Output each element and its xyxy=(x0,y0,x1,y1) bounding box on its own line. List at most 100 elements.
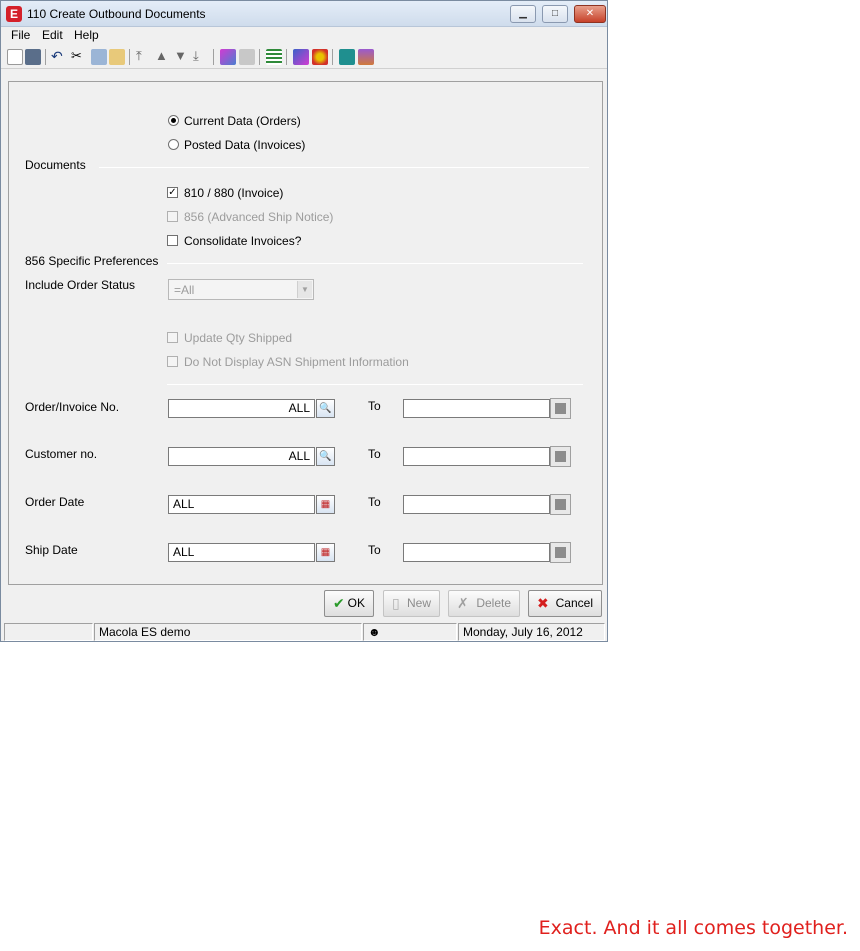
order-date-to-input[interactable] xyxy=(403,495,550,514)
status-date: Monday, July 16, 2012 xyxy=(458,623,605,641)
order-invoice-label: Order/Invoice No. xyxy=(25,400,120,414)
order-date-to-calendar-button[interactable] xyxy=(550,494,571,515)
doc810-label[interactable]: 810 / 880 (Invoice) xyxy=(184,186,283,200)
save-icon[interactable] xyxy=(25,49,41,65)
customer-to-input[interactable] xyxy=(403,447,550,466)
order-date-from-input[interactable]: ALL xyxy=(168,495,315,514)
title-bar[interactable]: E 110 Create Outbound Documents ▁ □ ✕ xyxy=(1,1,607,27)
previous-record-icon[interactable]: ▲ xyxy=(155,49,171,65)
order-invoice-to-input[interactable] xyxy=(403,399,550,418)
update-qty-label: Update Qty Shipped xyxy=(184,331,293,345)
ship-date-to-calendar-button[interactable] xyxy=(550,542,571,563)
notes-icon[interactable] xyxy=(293,49,309,65)
include-status-select: =All ▼ xyxy=(168,279,314,300)
posted-data-radio[interactable] xyxy=(168,139,179,150)
chevron-down-icon: ▼ xyxy=(297,281,312,298)
order-invoice-lookup-icon[interactable]: 🔍 xyxy=(316,399,335,418)
posted-data-label[interactable]: Posted Data (Invoices) xyxy=(184,138,305,152)
include-status-value: =All xyxy=(174,283,195,297)
paste-icon[interactable] xyxy=(109,49,125,65)
menu-bar: File Edit Help xyxy=(1,27,607,45)
menu-edit[interactable]: Edit xyxy=(42,28,63,42)
new-button: ▯ New xyxy=(383,590,440,617)
ok-button-label: OK xyxy=(347,596,365,610)
status-user-cell: ☻ xyxy=(363,623,457,641)
status-bar: Macola ES demo ☻ Monday, July 16, 2012 xyxy=(1,621,607,641)
current-data-radio[interactable] xyxy=(168,115,179,126)
consolidate-label[interactable]: Consolidate Invoices? xyxy=(184,234,301,248)
customer-to-lookup-button[interactable] xyxy=(550,446,571,467)
colors-icon[interactable] xyxy=(312,49,328,65)
new-doc-icon: ▯ xyxy=(392,595,400,611)
toolbar-separator xyxy=(213,49,214,65)
list-icon[interactable] xyxy=(266,49,282,65)
new-button-label: New xyxy=(406,596,431,610)
calendar-icon[interactable]: ▦ xyxy=(316,495,335,514)
ok-button[interactable]: ✔ OK xyxy=(324,590,374,617)
user-icon: ☻ xyxy=(368,625,381,639)
status-cell-empty xyxy=(4,623,93,641)
prefs856-heading: 856 Specific Preferences xyxy=(25,254,159,268)
close-button[interactable]: ✕ xyxy=(574,5,606,23)
to-label: To xyxy=(368,447,381,461)
maximize-button[interactable]: □ xyxy=(542,5,568,23)
doc810-checkbox[interactable]: ✓ xyxy=(167,187,178,198)
window-title: 110 Create Outbound Documents xyxy=(27,7,206,21)
copy-icon[interactable] xyxy=(91,49,107,65)
toolbar-separator xyxy=(129,49,130,65)
ship-date-to-input[interactable] xyxy=(403,543,550,562)
doc856-label: 856 (Advanced Ship Notice) xyxy=(184,210,334,224)
customer-from-input[interactable]: ALL xyxy=(168,447,315,466)
update-qty-checkbox xyxy=(167,332,178,343)
to-label: To xyxy=(368,399,381,413)
ranges-separator xyxy=(167,384,583,385)
cancel-button[interactable]: ✖ Cancel xyxy=(528,590,602,617)
to-label: To xyxy=(368,543,381,557)
toolbar-separator xyxy=(45,49,46,65)
app-icon[interactable]: E xyxy=(6,6,22,22)
next-record-icon[interactable]: ▼ xyxy=(174,49,190,65)
cancel-button-label: Cancel xyxy=(555,596,593,610)
delete-icon: ✗ xyxy=(457,595,469,611)
calculator-icon[interactable] xyxy=(339,49,355,65)
delete-button: ✗ Delete xyxy=(448,590,520,617)
main-window: E 110 Create Outbound Documents ▁ □ ✕ Fi… xyxy=(0,0,608,642)
no-asn-label: Do Not Display ASN Shipment Information xyxy=(184,355,409,369)
ship-date-from-input[interactable]: ALL xyxy=(168,543,315,562)
menu-help[interactable]: Help xyxy=(74,28,99,42)
customer-lookup-icon[interactable]: 🔍 xyxy=(316,447,335,466)
brand-tagline: Exact. And it all comes together. xyxy=(538,917,848,939)
order-invoice-from-input[interactable]: ALL xyxy=(168,399,315,418)
toolbar-separator xyxy=(332,49,333,65)
doc856-checkbox xyxy=(167,211,178,222)
last-record-icon[interactable]: ⤓ xyxy=(193,49,209,65)
status-company: Macola ES demo xyxy=(94,623,362,641)
undo-icon[interactable]: ↶ xyxy=(51,49,67,65)
to-label: To xyxy=(368,495,381,509)
current-data-label[interactable]: Current Data (Orders) xyxy=(184,114,301,128)
ship-date-label: Ship Date xyxy=(25,543,78,557)
toolbar-separator xyxy=(259,49,260,65)
include-status-label: Include Order Status xyxy=(25,278,136,292)
calendar-icon[interactable]: ▦ xyxy=(316,543,335,562)
new-doc-icon[interactable] xyxy=(7,49,23,65)
toolbar-separator xyxy=(286,49,287,65)
order-date-label: Order Date xyxy=(25,495,85,509)
order-invoice-to-lookup-button[interactable] xyxy=(550,398,571,419)
customer-label: Customer no. xyxy=(25,447,98,461)
book-icon[interactable] xyxy=(358,49,374,65)
delete-button-label: Delete xyxy=(476,596,511,610)
minimize-button[interactable]: ▁ xyxy=(510,5,536,23)
documents-heading: Documents xyxy=(25,158,86,172)
checkmark-icon: ✔ xyxy=(333,595,345,611)
print-icon[interactable] xyxy=(239,49,255,65)
consolidate-checkbox[interactable] xyxy=(167,235,178,246)
first-record-icon[interactable]: ⤒ xyxy=(136,49,152,65)
documents-separator xyxy=(99,167,589,168)
toolbar: ↶ ✂ ⤒ ▲ ▼ ⤓ xyxy=(1,45,607,69)
cancel-x-icon: ✖ xyxy=(537,595,549,611)
cut-icon[interactable]: ✂ xyxy=(71,49,87,65)
print-preview-icon[interactable] xyxy=(220,49,236,65)
menu-file[interactable]: File xyxy=(11,28,30,42)
no-asn-checkbox xyxy=(167,356,178,367)
